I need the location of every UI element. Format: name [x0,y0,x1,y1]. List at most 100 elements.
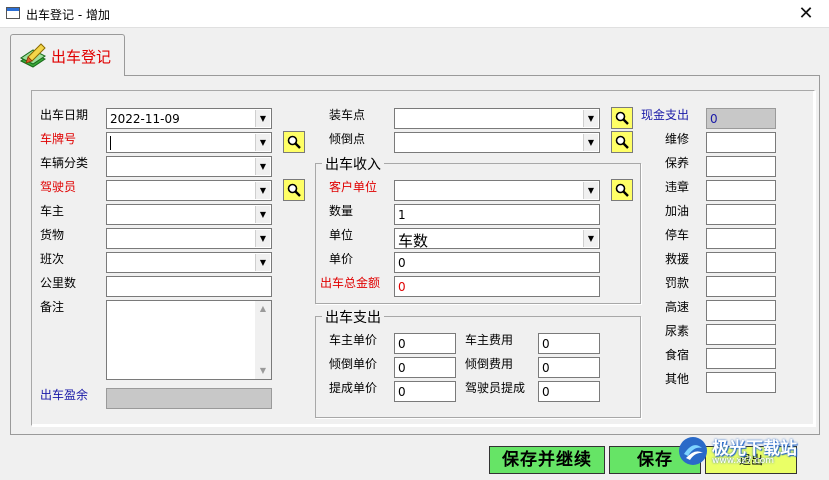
label-shift: 班次 [40,252,65,266]
owner-fee-input[interactable]: 0 [538,333,600,354]
plate-number-select[interactable]: ▼ [106,132,272,153]
cash-expense-field: 0 [706,108,776,129]
label-vehicle-category: 车辆分类 [40,156,89,170]
magnifier-icon [615,111,629,125]
watermark-subtext: www.xz7.com [712,456,774,466]
fine-input[interactable] [706,276,776,297]
label-plate-number: 车牌号 [40,132,77,146]
magnifier-icon [615,183,629,197]
highway-input[interactable] [706,300,776,321]
chevron-down-icon[interactable]: ▼ [255,206,270,223]
total-amount-field: 0 [394,276,600,297]
driver-search-button[interactable] [283,179,305,201]
label-unloading-point: 倾倒点 [329,132,366,146]
label-fuel: 加油 [665,204,690,218]
dispatch-profit-field [106,388,272,409]
label-dump-fee: 倾倒费用 [465,357,514,371]
label-owner-fee: 车主费用 [465,333,514,347]
magnifier-icon [615,135,629,149]
shift-select[interactable]: ▼ [106,252,272,273]
plate-search-button[interactable] [283,131,305,153]
dump-unit-price-input[interactable]: 0 [394,357,456,378]
label-rescue: 救援 [665,252,690,266]
aurora-logo-icon [679,437,707,465]
scroll-up-icon[interactable]: ▲ [255,301,271,317]
label-mileage: 公里数 [40,276,77,290]
label-highway: 高速 [665,300,690,314]
income-group-title: 出车收入 [322,154,384,174]
customer-search-button[interactable] [611,179,633,201]
unit-select[interactable]: 车数 ▼ [394,228,600,249]
parking-input[interactable] [706,228,776,249]
label-repair: 维修 [665,132,690,146]
chevron-down-icon[interactable]: ▼ [583,134,598,151]
chevron-down-icon[interactable]: ▼ [583,230,598,247]
chevron-down-icon[interactable]: ▼ [583,110,598,127]
tab-dispatch-register[interactable]: 出车登记 [10,34,125,76]
remarks-scrollbar[interactable]: ▲ ▼ [255,301,271,379]
violation-input[interactable] [706,180,776,201]
chevron-down-icon[interactable]: ▼ [255,110,270,127]
other-input[interactable] [706,372,776,393]
magnifier-icon [287,183,301,197]
dispatch-date-select[interactable]: 2022-11-09 ▼ [106,108,272,129]
label-unit: 单位 [329,228,354,242]
chevron-down-icon[interactable]: ▼ [583,182,598,199]
label-driver: 驾驶员 [40,180,77,194]
label-driver-commission: 驾驶员提成 [465,381,526,395]
save-and-continue-button[interactable]: 保存并继续 [489,446,605,474]
cargo-select[interactable]: ▼ [106,228,272,249]
unloading-point-select[interactable]: ▼ [394,132,600,153]
quantity-input[interactable]: 1 [394,204,600,225]
label-customer: 客户单位 [329,180,378,194]
chevron-down-icon[interactable]: ▼ [255,158,270,175]
repair-input[interactable] [706,132,776,153]
remarks-textarea[interactable]: ▲ ▼ [106,300,272,380]
driver-select[interactable]: ▼ [106,180,272,201]
board-lodging-input[interactable] [706,348,776,369]
owner-select[interactable]: ▼ [106,204,272,225]
label-maintenance: 保养 [665,156,690,170]
mileage-input[interactable] [106,276,272,297]
label-dispatch-date: 出车日期 [40,108,89,122]
title-bar: 出车登记 - 增加 ✕ [0,0,829,28]
tab-label: 出车登记 [51,48,112,66]
driver-commission-input[interactable]: 0 [538,381,600,402]
edit-pencil-icon [20,43,46,68]
label-owner-unit-price: 车主单价 [329,333,378,347]
watermark: 极光下载站 www.xz7.com [676,430,826,474]
urea-input[interactable] [706,324,776,345]
label-cash-expense: 现金支出 [641,108,690,122]
label-owner: 车主 [40,204,65,218]
unit-value: 车数 [398,232,429,249]
label-cargo: 货物 [40,228,65,242]
label-quantity: 数量 [329,204,354,218]
loading-point-select[interactable]: ▼ [394,108,600,129]
unit-price-input[interactable]: 0 [394,252,600,273]
label-dump-unit-price: 倾倒单价 [329,357,378,371]
label-urea: 尿素 [665,324,690,338]
customer-select[interactable]: ▼ [394,180,600,201]
label-remarks: 备注 [40,300,65,314]
fuel-input[interactable] [706,204,776,225]
expense-group-title: 出车支出 [322,307,384,327]
chevron-down-icon[interactable]: ▼ [255,230,270,247]
label-dispatch-profit: 出车盈余 [40,388,89,402]
rescue-input[interactable] [706,252,776,273]
loading-point-search-button[interactable] [611,107,633,129]
owner-unit-price-input[interactable]: 0 [394,333,456,354]
form-panel: 出车日期 2022-11-09 ▼ 车牌号 ▼ 车辆分类 ▼ 驾驶员 ▼ 车主 … [10,75,820,435]
close-button[interactable]: ✕ [783,0,829,28]
chevron-down-icon[interactable]: ▼ [255,182,270,199]
dispatch-date-value: 2022-11-09 [110,112,180,126]
maintenance-input[interactable] [706,156,776,177]
chevron-down-icon[interactable]: ▼ [255,254,270,271]
scroll-down-icon[interactable]: ▼ [255,363,271,379]
app-window-icon [6,7,20,19]
chevron-down-icon[interactable]: ▼ [255,134,270,151]
vehicle-category-select[interactable]: ▼ [106,156,272,177]
label-fine: 罚款 [665,276,690,290]
dump-fee-input[interactable]: 0 [538,357,600,378]
unloading-point-search-button[interactable] [611,131,633,153]
commission-price-input[interactable]: 0 [394,381,456,402]
